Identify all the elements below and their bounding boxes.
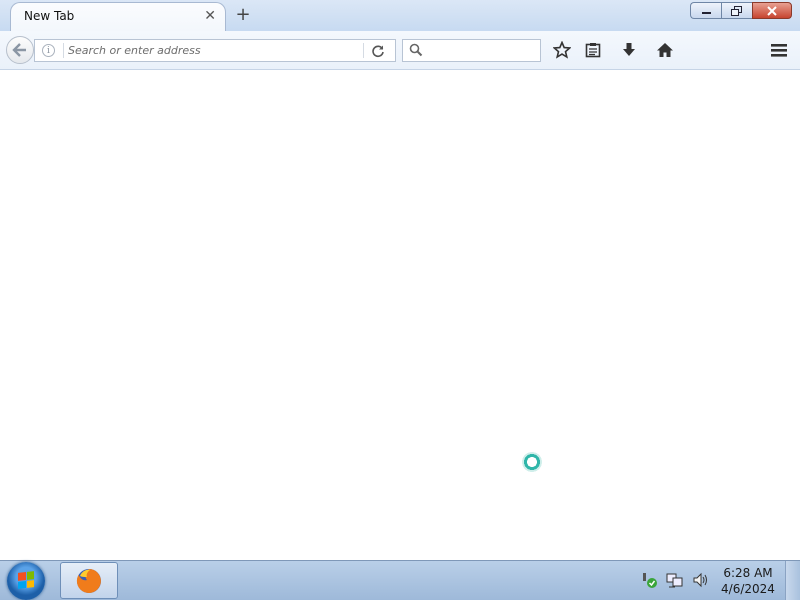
action-center-icon[interactable]: [640, 571, 658, 589]
firefox-icon: [76, 568, 101, 593]
restore-icon: [731, 5, 742, 16]
tab-new-tab[interactable]: New Tab ✕: [10, 2, 226, 31]
close-icon: [767, 5, 777, 16]
bookmark-button[interactable]: [551, 39, 573, 61]
clock-time: 6:28 AM: [723, 566, 773, 580]
star-icon: [553, 41, 571, 59]
minimize-icon: [701, 11, 711, 14]
title-bar: New Tab ✕ +: [0, 0, 800, 31]
navigation-toolbar: i: [0, 31, 800, 70]
system-clock[interactable]: 6:28 AM 4/6/2024: [712, 565, 784, 597]
back-arrow-icon: [12, 43, 26, 57]
menu-button[interactable]: [768, 39, 790, 61]
show-desktop-button[interactable]: [785, 561, 800, 600]
system-tray: [640, 571, 710, 589]
plus-icon[interactable]: +: [234, 4, 252, 26]
minimize-button[interactable]: [690, 2, 721, 19]
network-icon[interactable]: [666, 571, 684, 589]
search-icon: [409, 43, 423, 57]
close-icon[interactable]: ✕: [204, 8, 216, 24]
tab-title: New Tab: [24, 9, 75, 23]
busy-spinner-icon: [522, 452, 542, 472]
divider: [63, 43, 64, 58]
page-content: [0, 70, 800, 560]
info-icon[interactable]: i: [42, 44, 55, 57]
reload-button[interactable]: [369, 42, 387, 60]
close-window-button[interactable]: [752, 2, 792, 19]
start-button[interactable]: [7, 562, 45, 600]
clock-date: 4/6/2024: [721, 582, 775, 596]
restore-button[interactable]: [721, 2, 752, 19]
search-bar[interactable]: [402, 39, 541, 62]
taskbar-firefox-button[interactable]: [60, 562, 118, 599]
downloads-button[interactable]: [618, 39, 640, 61]
taskbar: 6:28 AM 4/6/2024: [0, 560, 800, 600]
back-button[interactable]: [6, 36, 34, 64]
reading-list-icon: [585, 43, 601, 58]
download-icon: [623, 43, 635, 56]
volume-icon[interactable]: [692, 571, 710, 589]
window-controls: [690, 2, 792, 20]
search-input[interactable]: [427, 40, 537, 61]
address-input[interactable]: [68, 40, 358, 61]
home-button[interactable]: [654, 39, 676, 61]
menu-icon: [771, 44, 787, 57]
reload-icon: [372, 45, 384, 58]
reading-list-button[interactable]: [582, 39, 604, 61]
windows-start-icon: [18, 571, 34, 589]
home-icon: [657, 43, 673, 57]
divider: [363, 43, 364, 58]
address-bar[interactable]: i: [34, 39, 396, 62]
